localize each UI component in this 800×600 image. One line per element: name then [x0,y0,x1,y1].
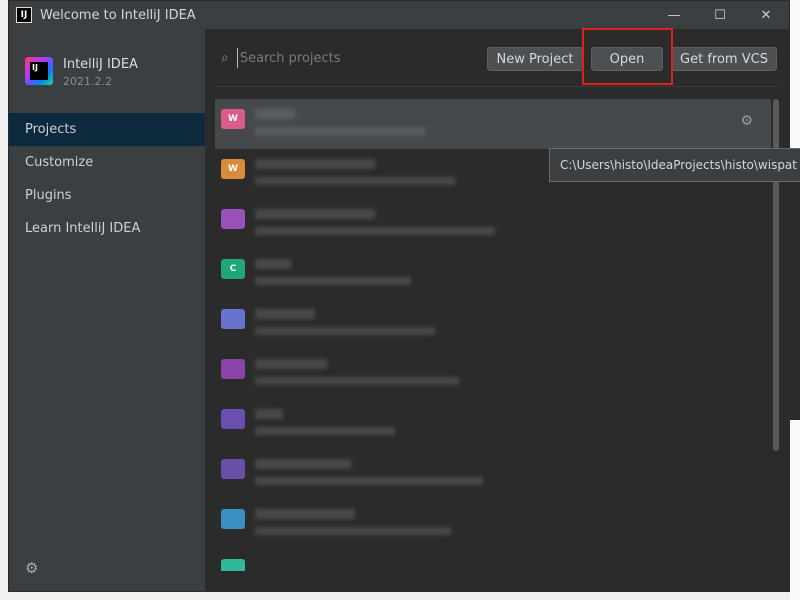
sidebar-item-plugins[interactable]: Plugins [9,179,205,212]
project-icon [221,359,245,379]
title-bar: IJ Welcome to IntelliJ IDEA — ☐ ✕ [9,1,789,29]
project-row[interactable]: C [215,249,771,299]
project-path-tooltip: C:\Users\histo\IdeaProjects\histo\wispat [549,148,800,182]
search-input[interactable] [236,48,471,68]
project-name-redacted [255,359,327,369]
project-row[interactable]: W ⚙ [215,99,771,149]
divider [215,86,779,87]
gear-icon[interactable]: ⚙ [25,559,38,577]
sidebar-item-customize[interactable]: Customize [9,146,205,179]
sidebar-item-learn[interactable]: Learn IntelliJ IDEA [9,212,205,245]
project-name-redacted [255,509,355,519]
close-button[interactable]: ✕ [743,1,789,29]
app-icon: IJ [16,7,32,23]
project-path-redacted [255,477,483,485]
open-button-highlight [582,28,673,85]
get-from-vcs-button[interactable]: Get from VCS [671,47,777,71]
projects-panel: ⌕ New Project Open Get from VCS W ⚙ W [205,28,789,591]
project-icon [221,459,245,479]
search-bar: ⌕ [221,43,471,73]
sidebar-nav: Projects Customize Plugins Learn Intelli… [9,113,205,245]
product-version: 2021.2.2 [63,75,112,88]
project-row[interactable] [215,499,771,549]
logo-text: IJ [30,62,48,80]
project-name-redacted [255,209,375,219]
project-icon [221,309,245,329]
welcome-window: IJ Welcome to IntelliJ IDEA — ☐ ✕ IJ Int… [8,0,790,592]
project-path-redacted [255,527,451,535]
project-name-redacted [255,109,295,119]
project-path-redacted [255,427,395,435]
project-name-redacted [255,459,351,469]
project-row[interactable] [215,549,771,571]
new-project-button[interactable]: New Project [487,47,583,71]
project-row[interactable] [215,399,771,449]
project-name-redacted [255,309,315,319]
project-icon [221,559,245,571]
project-row[interactable] [215,199,771,249]
minimize-button[interactable]: — [651,1,697,29]
project-icon: W [221,109,245,129]
sidebar-item-projects[interactable]: Projects [9,113,205,146]
project-path-redacted [255,327,435,335]
project-path-redacted [255,177,455,185]
project-icon: C [221,259,245,279]
project-icon [221,509,245,529]
project-path-redacted [255,377,459,385]
window-title: Welcome to IntelliJ IDEA [40,7,196,23]
project-name-redacted [255,159,375,169]
project-path-redacted [255,127,425,135]
product-name: IntelliJ IDEA [63,57,138,72]
project-path-redacted [255,227,495,235]
project-icon [221,409,245,429]
project-options-gear-icon[interactable]: ⚙ [740,113,753,129]
project-icon [221,209,245,229]
project-path-redacted [255,277,411,285]
project-icon: W [221,159,245,179]
project-name-redacted [255,259,291,269]
project-row[interactable] [215,349,771,399]
sidebar: IJ IntelliJ IDEA 2021.2.2 Projects Custo… [9,29,205,591]
maximize-button[interactable]: ☐ [697,1,743,29]
project-row[interactable] [215,299,771,349]
background-window-panel [790,150,800,420]
search-icon: ⌕ [221,50,229,66]
project-name-redacted [255,409,283,419]
intellij-logo-icon: IJ [25,57,53,85]
project-row[interactable] [215,449,771,499]
